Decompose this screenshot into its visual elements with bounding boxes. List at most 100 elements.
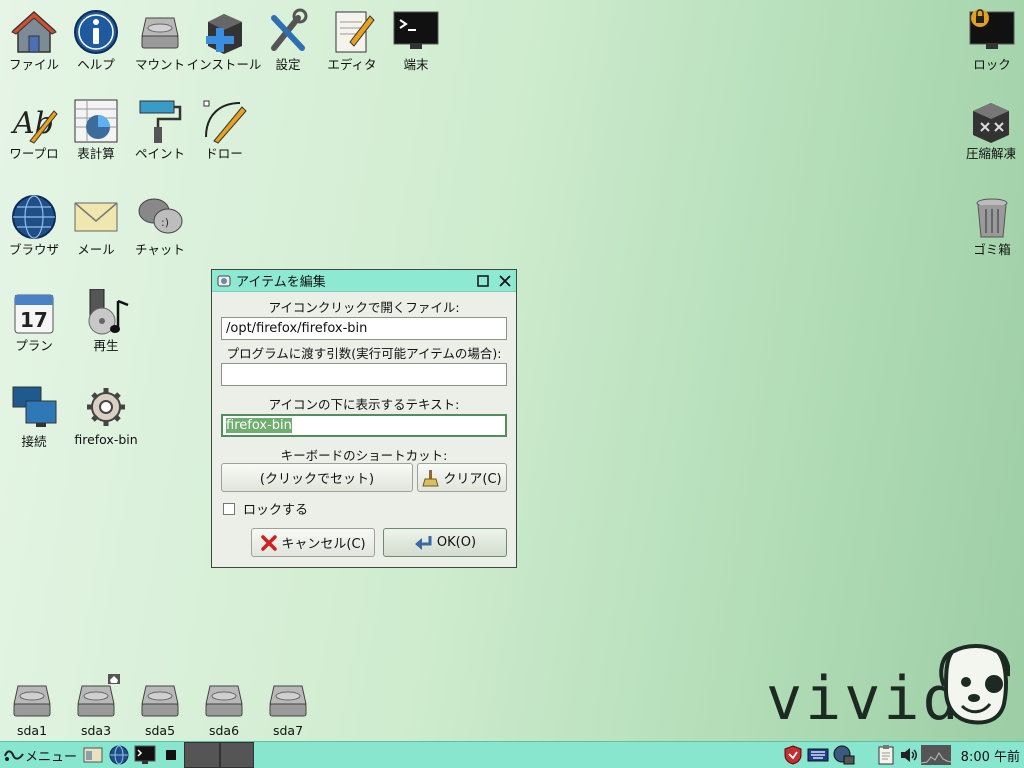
desktop-icon-help[interactable]: ヘルプ <box>64 8 128 72</box>
taskbar: メニュー 8:00 午前 <box>0 741 1024 768</box>
set-shortcut-label: (クリックでセット) <box>259 472 375 487</box>
drive-sda5[interactable]: sda5 <box>128 674 192 738</box>
chat-bubbles-icon: :) <box>138 198 183 234</box>
drive-icon <box>13 685 51 717</box>
desktop-icon-browser[interactable]: ブラウザ <box>2 193 66 257</box>
clear-shortcut-label: クリア(C) <box>443 472 502 487</box>
drive-label: sda7 <box>272 723 304 738</box>
drive-sda7[interactable]: sda7 <box>256 674 320 738</box>
desktop-icon-lock[interactable]: ロック <box>960 8 1024 72</box>
desktop-icon-label: エディタ <box>327 57 377 72</box>
desktop-icon-label: マウント <box>134 57 185 72</box>
set-shortcut-button[interactable]: (クリックでセット) <box>221 463 413 492</box>
drive-sda6[interactable]: sda6 <box>192 674 256 738</box>
shield-icon <box>784 745 802 765</box>
svg-text::): :) <box>161 216 169 229</box>
desktop-icon-archiver[interactable]: 圧縮解凍 <box>958 97 1024 161</box>
ok-label: OK(O) <box>436 535 477 550</box>
gear-icon <box>87 388 125 426</box>
desktop-icon-plan[interactable]: 17 プラン <box>2 289 66 353</box>
ok-button[interactable]: OK(O) <box>383 528 507 557</box>
workspace-indicator[interactable] <box>158 742 184 768</box>
file-label: アイコンクリックで開くファイル: <box>268 300 460 315</box>
enter-arrow-icon <box>414 535 432 550</box>
desktop-icon-mount[interactable]: マウント <box>128 8 192 72</box>
svg-text:17: 17 <box>20 308 48 332</box>
dialog-titlebar[interactable]: アイテムを編集 <box>212 270 516 292</box>
active-workspace-icon <box>166 750 176 760</box>
lock-checkbox[interactable] <box>223 502 235 515</box>
calendar-icon: 17 <box>14 294 54 334</box>
desktop-icon-install[interactable]: インストール <box>187 8 261 72</box>
desktop-icon-label: ファイル <box>8 57 59 72</box>
quicklaunch-terminal[interactable] <box>132 742 158 768</box>
writer-icon: Ab <box>10 106 58 144</box>
desktop-icon-firefox-bin[interactable]: firefox-bin <box>73 383 139 447</box>
quicklaunch-file-manager[interactable] <box>80 742 106 768</box>
globe-icon <box>109 745 129 765</box>
trash-icon <box>976 198 1008 238</box>
drive-sda1[interactable]: sda1 <box>0 674 64 738</box>
file-manager-icon <box>83 747 103 763</box>
desktop-icon-file[interactable]: ファイル <box>2 8 66 72</box>
desktop-icon-trash[interactable]: ゴミ箱 <box>960 193 1024 257</box>
cpu-graph-icon <box>920 745 951 765</box>
close-button[interactable] <box>494 271 516 291</box>
desktop-icon-connect[interactable]: 接続 <box>2 385 66 449</box>
desktop-icon-play[interactable]: 再生 <box>74 289 138 353</box>
workspace-3[interactable] <box>220 742 254 768</box>
cancel-label: キャンセル(C) <box>281 537 366 552</box>
dialog-title: アイテムを編集 <box>236 275 326 290</box>
desktop-icon-settings[interactable]: 設定 <box>256 8 320 72</box>
tray-clipboard[interactable] <box>875 742 897 768</box>
desktop-icon-chat[interactable]: :) チャット <box>128 193 192 257</box>
drive-label: sda5 <box>144 723 176 738</box>
drive-sda3[interactable]: sda3 <box>64 674 128 738</box>
tray-firewall[interactable] <box>781 742 805 768</box>
tray-network[interactable] <box>831 742 857 768</box>
workspace-2[interactable] <box>184 742 220 768</box>
broom-icon <box>422 469 440 486</box>
icon-text-selection: firefox-bin <box>226 418 292 433</box>
tray-cpu-meter[interactable] <box>920 742 951 768</box>
quicklaunch-browser[interactable] <box>106 742 132 768</box>
cancel-button[interactable]: キャンセル(C) <box>251 528 375 557</box>
menu-button[interactable]: メニュー <box>0 742 80 768</box>
desktop-icon-label: メール <box>77 242 115 257</box>
args-input[interactable] <box>221 363 507 386</box>
desktop-icon-label: ロック <box>973 57 1011 72</box>
drive-label: sda3 <box>80 723 112 738</box>
desktop-icon-label: ワープロ <box>9 146 59 161</box>
desktop-icon-editor[interactable]: エディタ <box>320 8 384 72</box>
clock[interactable]: 8:00 午前 <box>951 742 1024 768</box>
clear-shortcut-button[interactable]: クリア(C) <box>417 463 507 492</box>
drive-icon <box>141 685 179 717</box>
desktop-icon-label: インストール <box>186 57 262 72</box>
terminal-icon <box>134 745 156 764</box>
desktop-icon-label: firefox-bin <box>74 432 138 447</box>
drive-icon <box>77 674 120 717</box>
text-label: アイコンの下に表示するテキスト: <box>268 397 460 412</box>
menu-logo-icon <box>4 750 24 761</box>
lock-checkbox-row[interactable]: ロックする <box>223 499 308 518</box>
tray-keyboard-layout[interactable] <box>805 742 831 768</box>
args-label: プログラムに渡す引数(実行可能アイテムの場合): <box>226 346 502 361</box>
dog-mascot-logo-icon <box>939 644 1010 725</box>
desktop-icon-wordprocessor[interactable]: Ab ワープロ <box>2 97 66 161</box>
desktop-icon-mail[interactable]: メール <box>64 193 128 257</box>
home-icon <box>11 10 57 53</box>
envelope-icon <box>74 202 118 232</box>
info-icon <box>74 10 118 54</box>
desktop-icon-draw[interactable]: ドロー <box>192 97 256 161</box>
maximize-button[interactable] <box>472 271 494 291</box>
desktop-icon-terminal[interactable]: 端末 <box>384 8 448 72</box>
tray-volume[interactable] <box>897 742 921 768</box>
network-icon <box>12 386 57 427</box>
desktop-icon-label: プラン <box>15 338 53 353</box>
desktop-icon-spreadsheet[interactable]: 表計算 <box>64 97 128 161</box>
icon-text-input[interactable]: firefox-bin <box>221 414 507 437</box>
desktop-icon-label: 設定 <box>275 57 301 72</box>
desktop-icon-paint[interactable]: ペイント <box>128 97 192 161</box>
desktop-icon-label: ドロー <box>205 146 243 161</box>
file-input[interactable]: /opt/firefox/firefox-bin <box>221 317 507 340</box>
